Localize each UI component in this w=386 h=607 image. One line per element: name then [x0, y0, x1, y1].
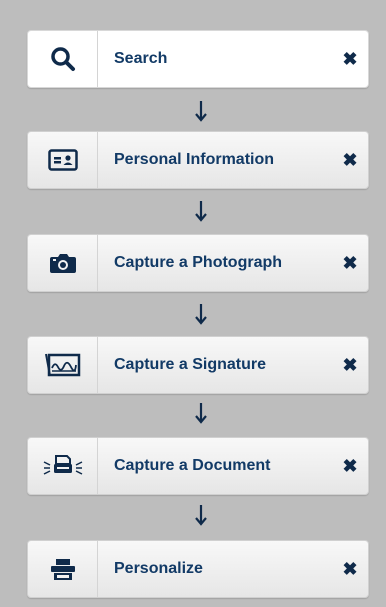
step-personal-information[interactable]: Personal Information ✖ [27, 131, 369, 189]
scanner-icon [28, 438, 98, 494]
step-label-capture-signature: Capture a Signature [114, 356, 267, 373]
step-capture-signature[interactable]: Capture a Signature ✖ [27, 336, 369, 394]
step-label-search: Search [114, 50, 168, 67]
close-icon[interactable]: ✖ [332, 541, 368, 597]
step-search[interactable]: Search ✖ [27, 30, 369, 88]
arrow-down-icon [186, 299, 216, 329]
step-label-capture-document: Capture a Document [114, 457, 271, 474]
signature-icon [28, 337, 98, 393]
step-label-personalize: Personalize [114, 560, 203, 577]
arrow-down-icon [186, 96, 216, 126]
close-icon[interactable]: ✖ [332, 31, 368, 87]
step-personalize[interactable]: Personalize ✖ [27, 540, 369, 598]
step-capture-document[interactable]: Capture a Document ✖ [27, 437, 369, 495]
step-label-capture-photograph: Capture a Photograph [114, 254, 283, 271]
id-card-icon [28, 132, 98, 188]
close-icon[interactable]: ✖ [332, 337, 368, 393]
arrow-down-icon [186, 500, 216, 530]
close-icon[interactable]: ✖ [332, 132, 368, 188]
search-icon [28, 31, 98, 87]
camera-icon [28, 235, 98, 291]
arrow-down-icon [186, 398, 216, 428]
step-label-personal-information: Personal Information [114, 151, 275, 168]
step-capture-photograph[interactable]: Capture a Photograph ✖ [27, 234, 369, 292]
printer-icon [28, 541, 98, 597]
arrow-down-icon [186, 196, 216, 226]
close-icon[interactable]: ✖ [332, 438, 368, 494]
close-icon[interactable]: ✖ [332, 235, 368, 291]
